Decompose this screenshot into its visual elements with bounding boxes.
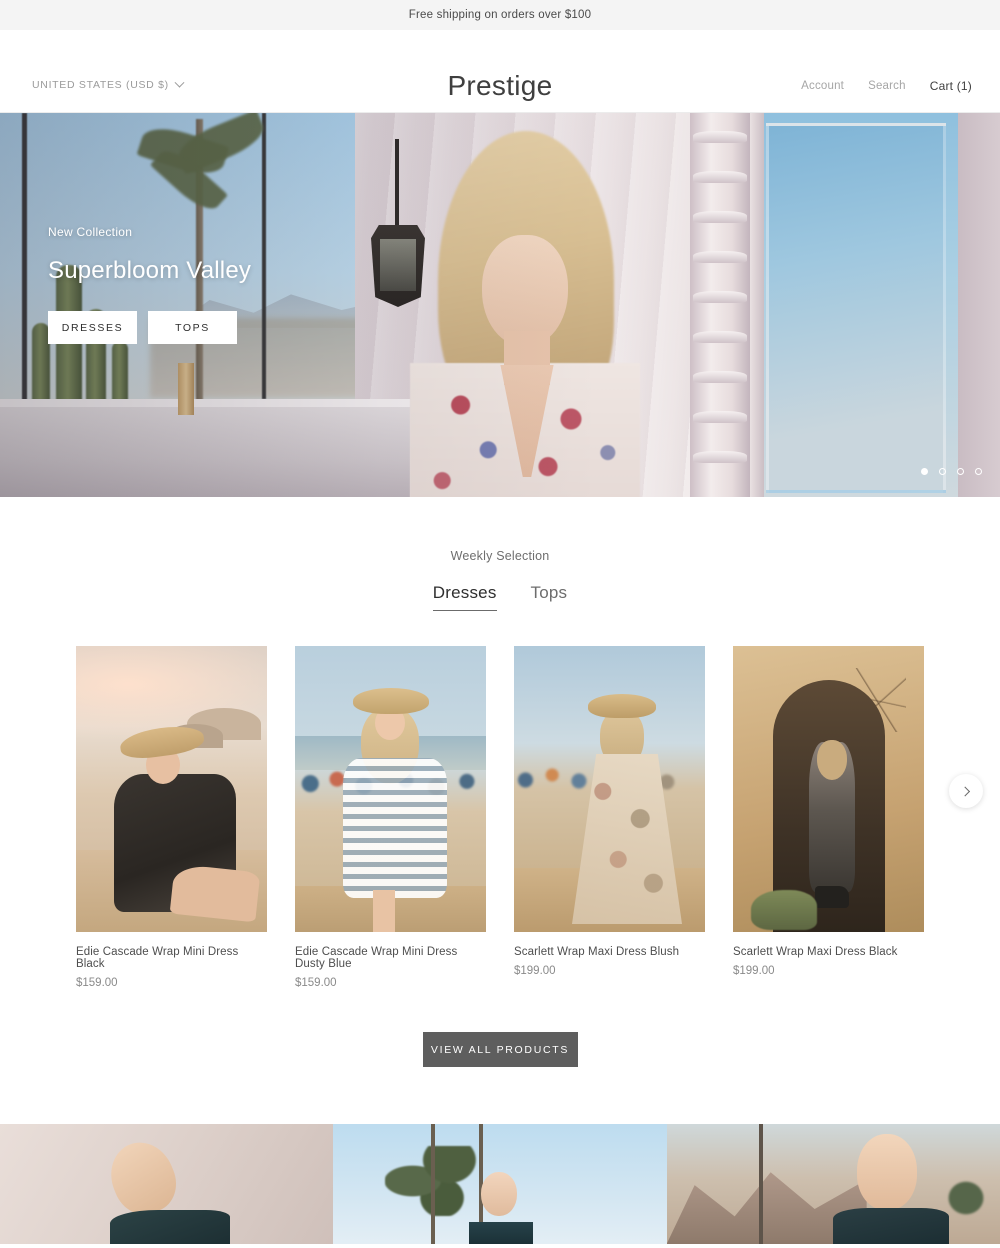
product-title: Edie Cascade Wrap Mini Dress Black — [76, 946, 239, 970]
utility-nav: Account Search Cart (1) — [801, 79, 972, 93]
product-title: Scarlett Wrap Maxi Dress Black — [733, 946, 898, 958]
product-image[interactable] — [76, 646, 267, 932]
hero-slider-dots — [921, 468, 982, 475]
product-image[interactable] — [733, 646, 924, 932]
product-title: Scarlett Wrap Maxi Dress Blush — [514, 946, 680, 958]
gallery-image-3[interactable] — [666, 1124, 1000, 1244]
account-link[interactable]: Account — [801, 80, 844, 92]
tab-tops[interactable]: Tops — [531, 583, 568, 611]
product-price: $159.00 — [76, 977, 118, 989]
product-price: $199.00 — [514, 965, 556, 977]
hero-buttons: DRESSES TOPS — [48, 311, 251, 344]
tab-dresses[interactable]: Dresses — [432, 583, 497, 611]
search-link[interactable]: Search — [868, 80, 906, 92]
product-card[interactable]: Scarlett Wrap Maxi Dress Blush $199.00 — [514, 646, 705, 989]
product-card[interactable]: Edie Cascade Wrap Mini Dress Dusty Blue … — [295, 646, 486, 989]
product-image[interactable] — [514, 646, 705, 932]
hero-eyebrow: New Collection — [48, 225, 133, 239]
view-all-products-wrapper: VIEW ALL PRODUCTS — [0, 1032, 1000, 1067]
announcement-text: Free shipping on orders over $100 — [408, 9, 592, 21]
product-price: $159.00 — [295, 977, 337, 989]
hero-banner: New Collection Superbloom Valley DRESSES… — [0, 113, 1000, 497]
product-price: $199.00 — [733, 965, 775, 977]
weekly-selection-section: Weekly Selection Dresses Tops — [0, 497, 1000, 611]
gallery-image-2[interactable] — [333, 1124, 667, 1244]
hero-title: Superbloom Valley — [48, 257, 252, 284]
gallery-image-1[interactable] — [0, 1124, 334, 1244]
product-card[interactable]: Scarlett Wrap Maxi Dress Black $199.00 — [733, 646, 924, 989]
product-card[interactable]: Edie Cascade Wrap Mini Dress Black $159.… — [76, 646, 267, 989]
image-gallery — [0, 1124, 1000, 1244]
hero-content: New Collection Superbloom Valley DRESSES… — [48, 225, 251, 344]
hero-dot-4[interactable] — [975, 468, 982, 475]
hero-dot-2[interactable] — [939, 468, 946, 475]
cart-link[interactable]: Cart (1) — [930, 79, 972, 93]
weekly-selection-tabs: Dresses Tops — [0, 583, 1000, 611]
weekly-selection-eyebrow: Weekly Selection — [450, 549, 550, 563]
chevron-right-icon — [959, 786, 970, 796]
product-image[interactable] — [295, 646, 486, 932]
hero-dresses-button[interactable]: DRESSES — [48, 311, 137, 344]
hero-tops-button[interactable]: TOPS — [148, 311, 237, 344]
product-title: Edie Cascade Wrap Mini Dress Dusty Blue — [295, 946, 458, 970]
hero-dot-1[interactable] — [921, 468, 928, 475]
product-carousel: Edie Cascade Wrap Mini Dress Black $159.… — [0, 646, 1000, 989]
carousel-next-button[interactable] — [949, 774, 983, 808]
product-carousel-track: Edie Cascade Wrap Mini Dress Black $159.… — [0, 646, 1000, 989]
site-header: UNITED STATES (USD $) Prestige Account S… — [0, 30, 1000, 140]
hero-dot-3[interactable] — [957, 468, 964, 475]
view-all-products-button[interactable]: VIEW ALL PRODUCTS — [422, 1032, 578, 1067]
announcement-bar: Free shipping on orders over $100 — [0, 0, 1000, 30]
